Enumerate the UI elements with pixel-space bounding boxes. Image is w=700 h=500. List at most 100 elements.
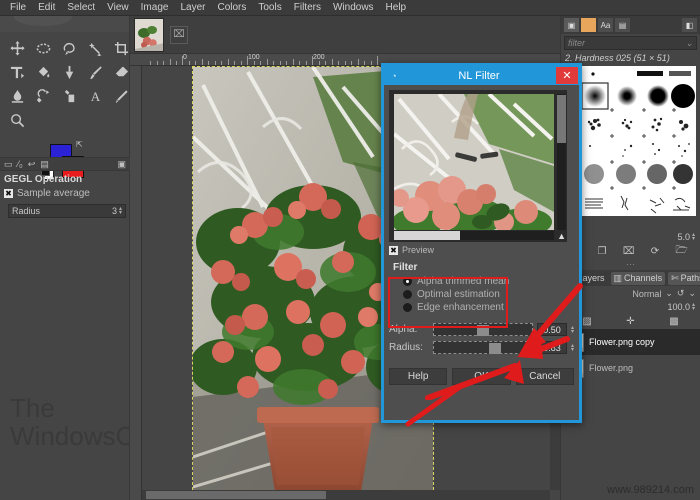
layer-opacity-value: 100.0 bbox=[667, 302, 690, 312]
menu-item-filters[interactable]: Filters bbox=[288, 0, 327, 16]
radius-spinner[interactable]: ▴ ▾ bbox=[119, 206, 122, 216]
dock-menu-icon[interactable]: ▣ bbox=[117, 157, 126, 171]
tool-preset-icon[interactable]: ▭ bbox=[4, 157, 13, 171]
preview-vertical-scrollbar[interactable] bbox=[557, 94, 566, 230]
brush-search-input[interactable]: filter ⌄ bbox=[564, 36, 697, 50]
image-close-tab-icon[interactable]: ⌧ bbox=[170, 25, 188, 44]
sample-average-row[interactable]: ✖ Sample average bbox=[0, 187, 130, 200]
help-button[interactable]: Help bbox=[389, 368, 448, 385]
preview-vscroll-thumb[interactable] bbox=[557, 95, 566, 143]
alpha-slider[interactable] bbox=[433, 323, 533, 336]
preview-hscroll-thumb[interactable] bbox=[394, 231, 460, 240]
dialog-radius-value[interactable]: 0.83 bbox=[536, 341, 567, 354]
tool-grid: A bbox=[0, 32, 129, 132]
tab-fonts[interactable]: Aa bbox=[598, 18, 613, 32]
preview-checkbox[interactable]: ✖ bbox=[389, 245, 398, 255]
dialog-button-row: Help OK Cancel bbox=[389, 368, 574, 385]
chevron-down-icon[interactable]: ⌄ bbox=[685, 38, 693, 49]
tab-paths[interactable]: ✄ Paths bbox=[668, 271, 700, 285]
preview-image[interactable] bbox=[394, 94, 554, 230]
preview-label: Preview bbox=[402, 245, 435, 255]
image-thumbnail-tab[interactable] bbox=[134, 17, 164, 52]
tab-brushes[interactable]: ▣ bbox=[564, 18, 579, 32]
move-tool-icon[interactable] bbox=[4, 36, 30, 60]
ink-tool-icon[interactable] bbox=[56, 84, 82, 108]
radio-edge-enhancement[interactable]: Edge enhancement bbox=[393, 301, 570, 314]
swap-colors-icon[interactable]: ⇱ bbox=[76, 140, 85, 149]
layer-name-2: Flower.png bbox=[589, 363, 634, 373]
radius-field[interactable]: Radius 3 ▴ ▾ bbox=[8, 204, 126, 218]
menu-item-select[interactable]: Select bbox=[61, 0, 101, 16]
alpha-spinner[interactable]: ▴ ▾ bbox=[571, 325, 574, 335]
dialog-titlebar[interactable]: ◔ NL Filter ✕ bbox=[384, 66, 579, 85]
ok-button[interactable]: OK bbox=[452, 368, 511, 385]
radio-indicator-optimal bbox=[403, 290, 412, 299]
menu-item-colors[interactable]: Colors bbox=[211, 0, 252, 16]
unified-transform-tool-icon[interactable] bbox=[4, 60, 30, 84]
tab-document-history[interactable]: ▤ bbox=[615, 18, 630, 32]
layer-lock-icon[interactable]: ↺ bbox=[677, 288, 685, 299]
dialog-radius-spinner[interactable]: ▴ ▾ bbox=[571, 343, 574, 353]
tab-channels[interactable]: ▥ Channels bbox=[610, 271, 666, 285]
clone-tool-icon[interactable] bbox=[30, 84, 56, 108]
menu-item-edit[interactable]: Edit bbox=[32, 0, 61, 16]
channels-icon: ▥ bbox=[613, 272, 623, 283]
device-status-icon[interactable]: ⁄₀ bbox=[18, 157, 23, 171]
radius-slider[interactable] bbox=[433, 341, 533, 354]
menu-item-windows[interactable]: Windows bbox=[327, 0, 380, 16]
menu-item-tools[interactable]: Tools bbox=[252, 0, 287, 16]
brush-dock-menu-icon[interactable]: ◧ bbox=[682, 18, 697, 32]
radio-alpha-trimmed-mean[interactable]: Alpha trimmed mean bbox=[393, 275, 570, 288]
alpha-value[interactable]: 0.50 bbox=[536, 323, 567, 336]
radio-label-edge: Edge enhancement bbox=[417, 302, 504, 313]
menu-item-view[interactable]: View bbox=[101, 0, 135, 16]
refresh-brushes-icon[interactable]: ⟳ bbox=[651, 246, 659, 257]
ruler-label-200: 200 bbox=[313, 54, 325, 61]
brush-size-spinner[interactable]: ▴ ▾ bbox=[692, 232, 695, 242]
preview-panel[interactable]: ▲ bbox=[389, 90, 567, 242]
vertical-ruler[interactable] bbox=[130, 66, 142, 500]
preview-horizontal-scrollbar[interactable] bbox=[394, 231, 554, 240]
menu-item-help[interactable]: Help bbox=[380, 0, 413, 16]
fuzzy-select-tool-icon[interactable] bbox=[82, 36, 108, 60]
reset-options-icon[interactable]: ↩ bbox=[28, 157, 36, 171]
duplicate-brush-icon[interactable]: ❐ bbox=[598, 246, 607, 257]
brush-grid[interactable] bbox=[565, 66, 696, 216]
open-brush-icon[interactable]: 🗁 bbox=[675, 243, 687, 260]
close-icon[interactable]: ✕ bbox=[556, 67, 578, 84]
cancel-button[interactable]: Cancel bbox=[515, 368, 574, 385]
tool-options-title: GEGL Operation bbox=[4, 174, 83, 185]
save-options-icon[interactable]: ▤ bbox=[40, 157, 49, 171]
chevron-down-icon-4[interactable]: ⌄ bbox=[688, 288, 696, 299]
menu-item-file[interactable]: File bbox=[4, 0, 32, 16]
tab-patterns[interactable] bbox=[581, 18, 596, 32]
layer-opacity-spinner[interactable]: ▴ ▾ bbox=[692, 302, 695, 312]
bucket-fill-tool-icon[interactable] bbox=[30, 60, 56, 84]
radio-optimal-estimation[interactable]: Optimal estimation bbox=[393, 288, 570, 301]
ellipse-select-tool-icon[interactable] bbox=[30, 36, 56, 60]
menu-item-layer[interactable]: Layer bbox=[174, 0, 211, 16]
menu-item-image[interactable]: Image bbox=[135, 0, 175, 16]
radius-slider-row: Radius: 0.83 ▴ ▾ bbox=[389, 341, 574, 354]
paths-icon: ✄ bbox=[671, 272, 679, 283]
lock-pixels-icon[interactable]: ▨ bbox=[582, 316, 591, 327]
delete-brush-icon[interactable]: ⌧ bbox=[623, 246, 635, 257]
preview-toggle-row[interactable]: ✖ Preview bbox=[389, 245, 574, 255]
lock-alpha-icon[interactable]: ▩ bbox=[669, 316, 678, 327]
zoom-tool-icon[interactable] bbox=[4, 108, 30, 132]
preview-resize-icon[interactable]: ▲ bbox=[557, 231, 566, 241]
radio-indicator-alpha bbox=[403, 277, 412, 286]
sample-average-checkbox[interactable]: ✖ bbox=[4, 189, 13, 198]
free-select-tool-icon[interactable] bbox=[56, 36, 82, 60]
radius-slider-thumb[interactable] bbox=[488, 343, 501, 354]
text-tool-icon[interactable]: A bbox=[82, 84, 108, 108]
lock-position-icon[interactable]: ✛ bbox=[626, 316, 634, 327]
alpha-slider-thumb[interactable] bbox=[476, 325, 489, 336]
canvas-hscroll-thumb[interactable] bbox=[146, 491, 326, 499]
layer-name: Flower.png copy bbox=[589, 337, 655, 347]
chevron-down-icon-3[interactable]: ⌄ bbox=[665, 288, 673, 299]
gradient-tool-icon[interactable] bbox=[56, 60, 82, 84]
canvas-horizontal-scrollbar[interactable] bbox=[142, 490, 550, 500]
paintbrush-tool-icon[interactable] bbox=[82, 60, 108, 84]
smudge-tool-icon[interactable] bbox=[4, 84, 30, 108]
